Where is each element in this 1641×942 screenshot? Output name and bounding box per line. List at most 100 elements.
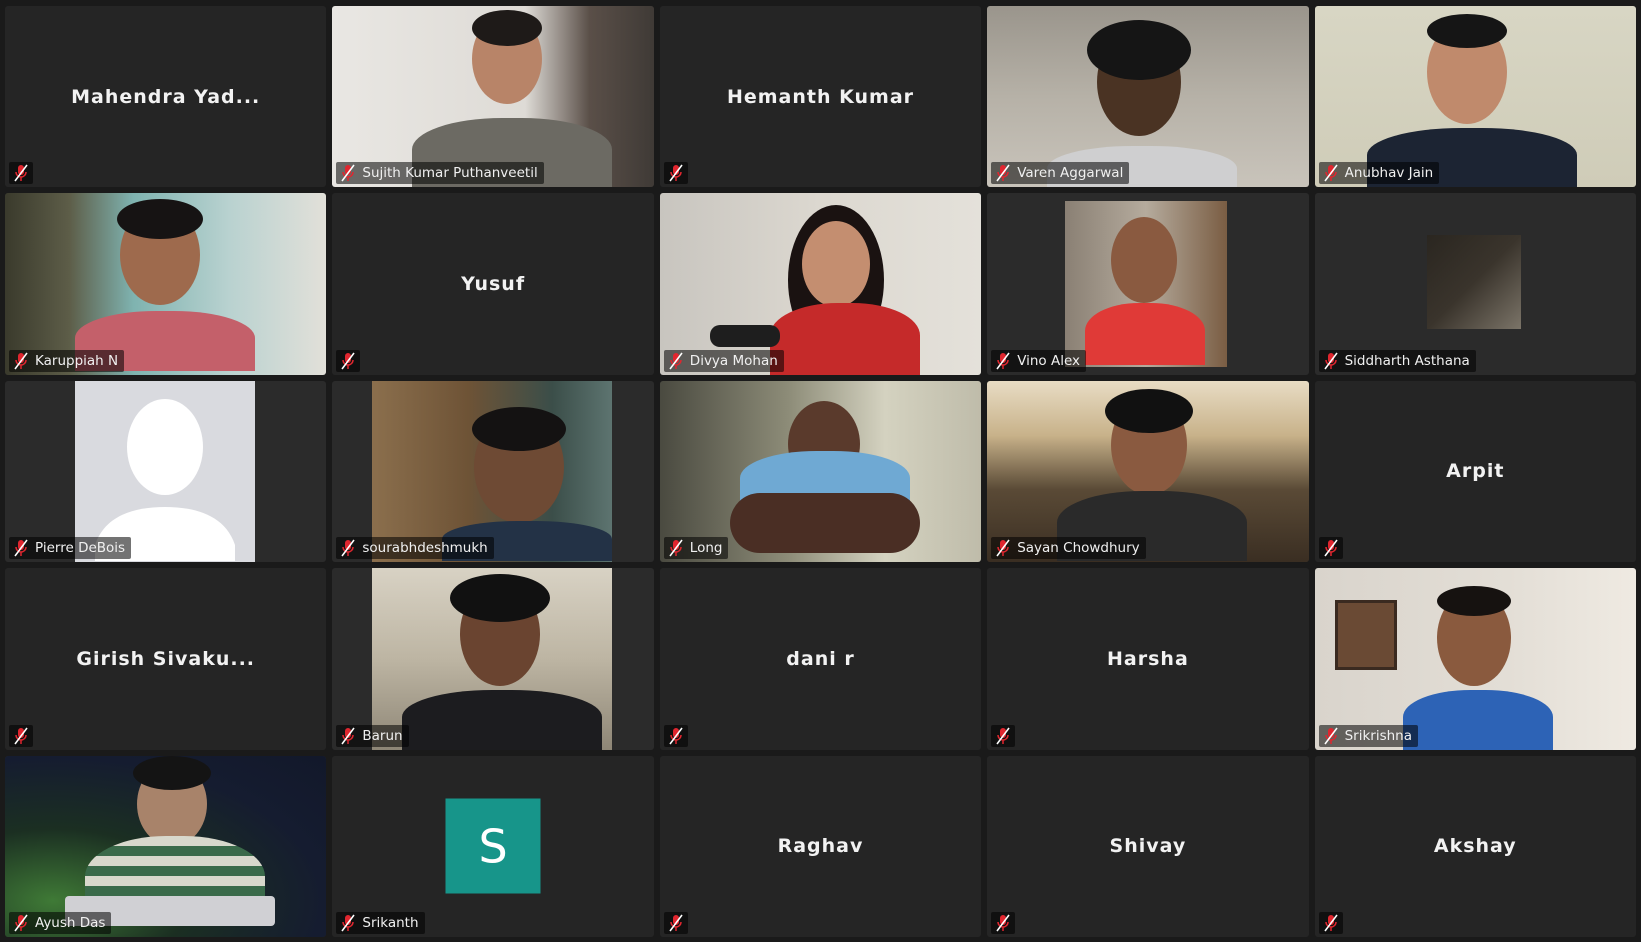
participant-label: Sujith Kumar Puthanveetil — [336, 162, 544, 185]
participant-hair — [472, 406, 567, 451]
muted-mic-icon — [996, 164, 1010, 182]
participant-tile-karuppiah[interactable]: Karuppiah N — [5, 193, 327, 375]
participant-label — [336, 349, 361, 372]
participant-hair — [1426, 14, 1507, 48]
participant-name: Vino Alex — [1017, 352, 1081, 369]
participant-name-display: Akshay — [1433, 835, 1517, 858]
participant-label: Ayush Das — [9, 911, 112, 934]
participant-hair — [472, 10, 543, 46]
muted-mic-icon — [14, 914, 28, 932]
participant-tile-dani[interactable]: dani r — [659, 568, 982, 750]
participant-label — [663, 911, 688, 934]
participant-label: Anubhav Jain — [1318, 162, 1440, 185]
participant-tile-pierre[interactable]: Pierre DeBois — [5, 380, 327, 563]
muted-mic-icon — [14, 727, 28, 745]
participant-name-display: Arpit — [1446, 460, 1505, 483]
muted-mic-icon — [1323, 914, 1338, 932]
muted-mic-icon — [996, 539, 1010, 557]
wall-picture — [1334, 600, 1397, 671]
participant-label — [663, 724, 688, 747]
muted-mic-icon — [14, 539, 28, 557]
muted-mic-icon — [341, 727, 356, 745]
participant-tile-ayush[interactable]: Ayush Das — [5, 755, 327, 937]
headphones — [1105, 388, 1194, 433]
microphone — [709, 325, 780, 348]
participant-tile-akshay[interactable]: Akshay — [1314, 755, 1636, 937]
participant-label: Long — [663, 537, 729, 560]
participant-label — [991, 911, 1016, 934]
participant-tile-siddharth[interactable]: Siddharth Asthana — [1314, 193, 1636, 375]
participant-name-display: Girish Sivaku... — [76, 647, 256, 670]
participant-label: Srikanth — [336, 911, 425, 934]
participant-tile-barun[interactable]: Barun — [332, 568, 654, 750]
participant-name: Sayan Chowdhury — [1017, 540, 1140, 557]
participant-name: sourabhdeshmukh — [362, 540, 488, 557]
participant-name: Barun — [362, 727, 403, 744]
participant-tile-long[interactable]: Long — [659, 380, 982, 563]
participant-tile-mahendra[interactable]: Mahendra Yad... — [5, 6, 327, 188]
participant-name: Long — [689, 540, 723, 557]
muted-mic-icon — [996, 914, 1010, 932]
participant-tile-vino[interactable]: Vino Alex — [987, 193, 1309, 375]
muted-mic-icon — [341, 352, 356, 370]
participant-body — [769, 303, 920, 375]
video-grid: Mahendra Yad... Sujith Kumar Puthanveeti… — [5, 6, 1636, 937]
participant-arms — [729, 492, 920, 553]
participant-tile-hemanth[interactable]: Hemanth Kumar — [659, 6, 982, 188]
participant-label: sourabhdeshmukh — [336, 537, 494, 560]
participant-tile-srikanth[interactable]: S Srikanth — [332, 755, 654, 937]
participant-name: Varen Aggarwal — [1017, 165, 1124, 182]
participant-tile-harsha[interactable]: Harsha — [987, 568, 1309, 750]
participant-tile-sourabh[interactable]: sourabhdeshmukh — [332, 380, 654, 563]
participant-label: Karuppiah N — [9, 349, 125, 372]
participant-tile-girish[interactable]: Girish Sivaku... — [5, 568, 327, 750]
muted-mic-icon — [14, 164, 28, 182]
participant-tile-sujith[interactable]: Sujith Kumar Puthanveetil — [332, 6, 654, 188]
participant-name-display: Yusuf — [461, 273, 526, 296]
participant-tile-varen[interactable]: Varen Aggarwal — [987, 6, 1309, 188]
participant-tile-anubhav[interactable]: Anubhav Jain — [1314, 6, 1636, 188]
participant-name: Ayush Das — [35, 914, 106, 931]
participant-tile-shivay[interactable]: Shivay — [987, 755, 1309, 937]
participant-label: Varen Aggarwal — [991, 162, 1130, 185]
participant-label: Vino Alex — [991, 349, 1087, 372]
participant-name-display: Mahendra Yad... — [71, 85, 261, 108]
participant-tile-divya[interactable]: Divya Mohan — [659, 193, 982, 375]
participant-tile-raghav[interactable]: Raghav — [659, 755, 982, 937]
muted-mic-icon — [996, 352, 1010, 370]
muted-mic-icon — [1323, 164, 1338, 182]
participant-name-display: Harsha — [1107, 647, 1189, 670]
participant-label — [991, 724, 1016, 747]
muted-mic-icon — [669, 914, 683, 932]
muted-mic-icon — [341, 164, 356, 182]
participant-label: Srikrishna — [1318, 724, 1419, 747]
participant-tile-sayan[interactable]: Sayan Chowdhury — [987, 380, 1309, 563]
participant-name-display: Hemanth Kumar — [726, 85, 915, 108]
participant-name: Siddharth Asthana — [1344, 352, 1470, 369]
participant-hair — [1436, 586, 1511, 617]
participant-tile-arpit[interactable]: Arpit — [1314, 380, 1636, 563]
participant-label — [1318, 537, 1343, 560]
participant-label — [9, 162, 33, 185]
participant-label: Sayan Chowdhury — [991, 537, 1146, 560]
muted-mic-icon — [669, 539, 683, 557]
participant-name: Divya Mohan — [689, 352, 778, 369]
participant-tile-srikrishna[interactable]: Srikrishna — [1314, 568, 1636, 750]
muted-mic-icon — [341, 914, 356, 932]
participant-label — [663, 162, 688, 185]
participant-label: Barun — [336, 724, 409, 747]
muted-mic-icon — [1323, 352, 1338, 370]
headphones — [1087, 20, 1192, 80]
participant-body — [1085, 303, 1206, 366]
participant-label — [9, 724, 33, 747]
muted-mic-icon — [669, 164, 683, 182]
participant-label — [1318, 911, 1343, 934]
muted-mic-icon — [341, 539, 356, 557]
participant-hair — [133, 755, 211, 790]
participant-name: Sujith Kumar Puthanveetil — [362, 165, 538, 182]
muted-mic-icon — [669, 352, 683, 370]
participant-name-display: Raghav — [777, 835, 864, 858]
participant-label: Siddharth Asthana — [1318, 349, 1476, 372]
muted-mic-icon — [1323, 727, 1338, 745]
participant-tile-yusuf[interactable]: Yusuf — [332, 193, 654, 375]
